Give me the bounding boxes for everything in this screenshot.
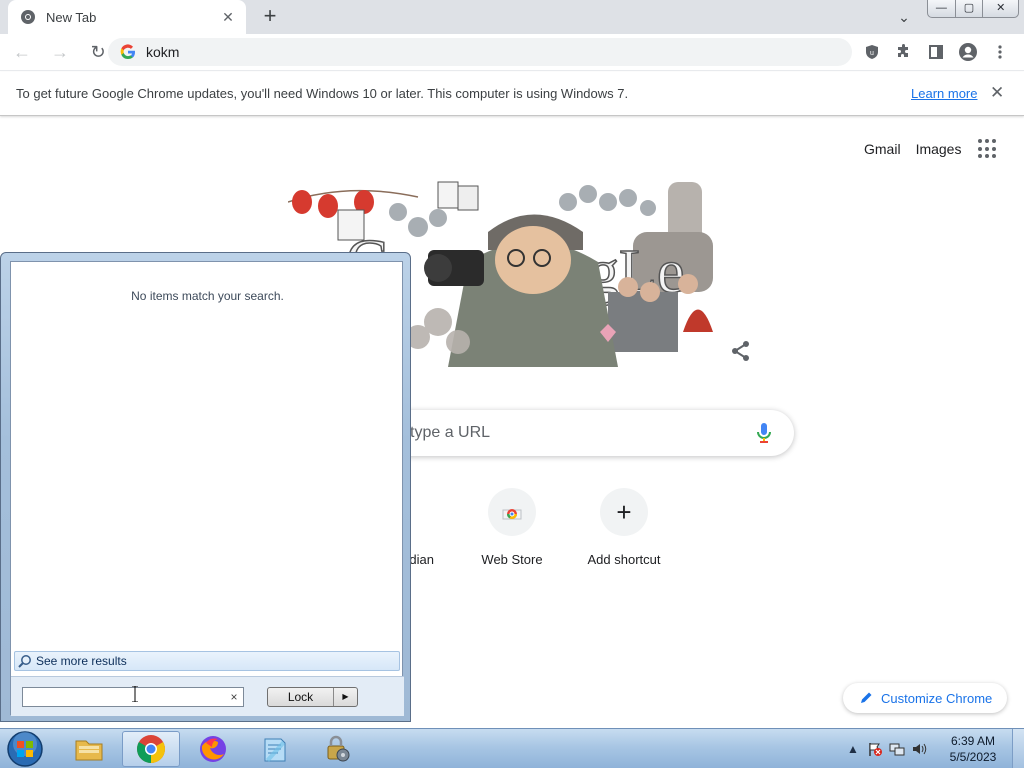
customize-chrome-button[interactable]: Customize Chrome [843,683,1007,713]
action-center-flag-icon[interactable] [864,739,886,759]
taskbar-control-panel[interactable] [308,731,366,767]
address-bar-text: kokm [146,44,180,60]
tab-search-button[interactable]: ⌄ [892,6,916,28]
share-icon[interactable] [730,340,752,362]
lock-button-group: Lock ▶ [267,687,358,707]
pencil-icon [861,692,872,703]
images-link[interactable]: Images [916,141,962,157]
taskbar-chrome[interactable] [122,731,180,767]
close-window-button[interactable]: ✕ [983,0,1018,17]
notepad-icon [264,738,286,762]
show-desktop-button[interactable] [1012,729,1024,768]
windows-start-orb-icon[interactable] [5,730,45,768]
browser-toolbar: ← → ↻ kokm u [0,34,1024,71]
svg-text:u: u [870,50,874,57]
chrome-icon [137,735,165,763]
gmail-link[interactable]: Gmail [864,141,901,157]
shortcut-web-store-label: Web Store [481,552,543,567]
volume-icon[interactable] [908,739,930,759]
no-items-message: No items match your search. [131,289,284,303]
chrome-icon [21,10,35,24]
network-icon[interactable] [886,739,908,759]
maximize-button[interactable]: ▢ [956,0,984,17]
tab-new-tab[interactable]: New Tab ✕ [8,0,246,34]
taskbar-explorer[interactable] [60,731,118,767]
clock-time: 6:39 AM [950,734,996,748]
customize-chrome-label: Customize Chrome [881,690,993,706]
taskbar: ▲ 6:39 AM 5/5/2023 [0,728,1024,768]
extensions-puzzle-icon[interactable] [888,36,920,68]
lock-button[interactable]: Lock [268,688,334,706]
address-bar[interactable]: kokm [108,38,852,66]
shortcut-web-store[interactable]: Web Store [456,488,568,567]
back-button[interactable]: ← [6,36,38,68]
tab-title: New Tab [46,9,97,25]
taskbar-notepad[interactable] [246,731,304,767]
google-apps-icon[interactable] [978,139,998,159]
see-more-results-label: See more results [36,654,127,668]
start-menu-results: No items match your search. See more res… [10,261,404,716]
taskbar-clock[interactable]: 6:39 AM 5/5/2023 [940,733,1006,765]
forward-button[interactable]: → [44,36,76,68]
side-panel-icon[interactable] [920,36,952,68]
infobar-message: To get future Google Chrome updates, you… [16,86,629,101]
system-tray: ▲ [842,729,930,768]
ntp-top-links: Gmail Images [864,139,998,159]
start-menu-bottom-bar: × Lock ▶ [11,676,404,716]
infobar-close-icon[interactable]: ✕ [990,83,1004,103]
see-more-results-button[interactable]: See more results [14,651,400,671]
folder-icon [75,740,103,761]
clear-search-icon[interactable]: × [225,690,243,704]
shortcut-add[interactable]: + Add shortcut [568,488,680,567]
add-shortcut-plus-icon: + [600,488,648,536]
minimize-button[interactable]: — [928,0,956,17]
tab-strip: New Tab ✕ + ⌄ — ▢ ✕ [0,0,1024,34]
new-tab-button[interactable]: + [258,5,282,29]
show-hidden-icons-arrow-icon[interactable]: ▲ [842,739,864,759]
text-cursor-icon [132,686,138,702]
start-menu: No items match your search. See more res… [0,252,411,722]
chrome-menu-icon[interactable] [984,36,1016,68]
update-infobar: To get future Google Chrome updates, you… [0,72,1024,116]
search-placeholder: type a URL [410,424,491,441]
microphone-icon[interactable] [754,422,774,444]
clock-date: 5/5/2023 [949,750,997,764]
power-options-arrow-icon[interactable]: ▶ [334,688,357,706]
google-g-icon [120,44,135,60]
tab-close-button[interactable]: ✕ [220,9,236,26]
ublock-shield-icon[interactable]: u [856,36,888,68]
toolbar-icons: u [856,36,1016,68]
lock-gear-icon [327,735,350,762]
web-store-icon [488,488,536,536]
shortcut-add-label: Add shortcut [587,552,661,567]
profile-avatar-icon[interactable] [952,36,984,68]
learn-more-link[interactable]: Learn more [911,86,977,101]
firefox-icon [200,736,226,762]
magnifier-icon [18,655,31,668]
taskbar-firefox[interactable] [184,731,242,767]
window-controls: — ▢ ✕ [927,0,1019,18]
